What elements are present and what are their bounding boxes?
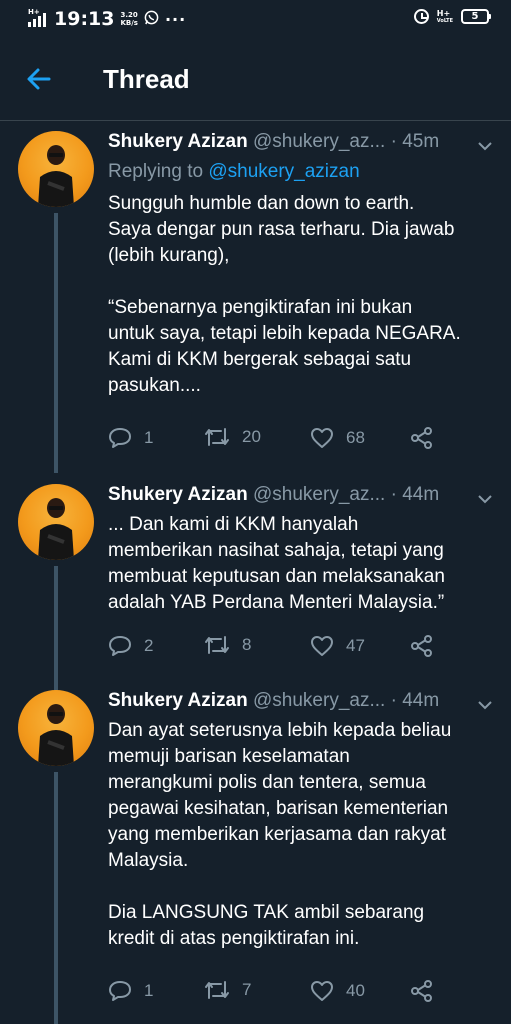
like-button[interactable]: 40 bbox=[310, 980, 365, 1002]
retweet-icon bbox=[205, 636, 229, 654]
share-button[interactable] bbox=[410, 427, 434, 449]
thread-connector bbox=[54, 566, 58, 694]
page-title: Thread bbox=[103, 64, 190, 94]
tweet-header: Shukery Azizan @shukery_az... · 44m bbox=[108, 484, 498, 512]
avatar[interactable] bbox=[18, 690, 94, 766]
battery-icon: 5 bbox=[461, 9, 491, 24]
alarm-icon bbox=[413, 9, 429, 24]
tweet-text: Sungguh humble dan down to earth. Saya d… bbox=[108, 193, 461, 396]
author-handle[interactable]: @shukery_az... bbox=[253, 131, 385, 152]
author-handle[interactable]: @shukery_az... bbox=[253, 690, 385, 711]
tweet-actions: 1 20 68 bbox=[108, 427, 508, 455]
status-bar: H+ 19:13 3.20 KB/s ··· H+ VoLTE 5 bbox=[0, 0, 511, 40]
tweet[interactable]: Shukery Azizan @shukery_az... · 44m Dan … bbox=[0, 690, 511, 1024]
retweet-button[interactable]: 7 bbox=[204, 980, 251, 1000]
retweet-count: 20 bbox=[242, 427, 261, 446]
retweet-icon bbox=[205, 981, 229, 999]
share-icon bbox=[411, 635, 432, 657]
reply-icon bbox=[109, 428, 131, 448]
author-name[interactable]: Shukery Azizan bbox=[108, 690, 248, 711]
reply-button[interactable]: 1 bbox=[108, 980, 153, 1002]
tweet-header: Shukery Azizan @shukery_az... · 45m bbox=[108, 131, 498, 159]
author-handle[interactable]: @shukery_az... bbox=[253, 484, 385, 505]
thread-connector bbox=[54, 213, 58, 473]
heart-icon bbox=[311, 981, 333, 1001]
like-button[interactable]: 47 bbox=[310, 635, 365, 657]
thread-connector bbox=[54, 772, 58, 1024]
network-speed: 3.20 KB/s bbox=[120, 11, 138, 27]
tweet-text: Dan ayat seterusnya lebih kepada beliau … bbox=[108, 720, 452, 949]
signal-icon: H+ bbox=[28, 8, 50, 29]
app-header: Thread bbox=[0, 40, 511, 121]
tweet-actions: 2 8 47 bbox=[108, 635, 508, 663]
more-notifications-icon: ··· bbox=[164, 9, 187, 29]
like-count: 40 bbox=[346, 981, 365, 1000]
signal-2-icon: H+ VoLTE bbox=[436, 8, 453, 24]
chevron-down-icon[interactable] bbox=[478, 137, 492, 151]
tweet-actions: 1 7 40 bbox=[108, 980, 508, 1008]
retweet-count: 7 bbox=[242, 980, 252, 999]
share-icon bbox=[411, 980, 432, 1002]
author-name[interactable]: Shukery Azizan bbox=[108, 484, 248, 505]
status-time: 19:13 bbox=[54, 8, 115, 30]
chevron-down-icon[interactable] bbox=[478, 696, 492, 710]
retweet-count: 8 bbox=[242, 635, 252, 654]
tweet-time: 45m bbox=[402, 131, 440, 152]
tweet-time: 44m bbox=[402, 484, 440, 505]
avatar[interactable] bbox=[18, 484, 94, 560]
heart-icon bbox=[311, 636, 333, 656]
reply-count: 1 bbox=[144, 428, 154, 447]
reply-icon bbox=[109, 636, 131, 656]
reply-count: 1 bbox=[144, 981, 154, 1000]
reply-button[interactable]: 2 bbox=[108, 635, 153, 657]
chevron-down-icon[interactable] bbox=[478, 490, 492, 504]
reply-count: 2 bbox=[144, 636, 154, 655]
retweet-icon bbox=[205, 428, 229, 446]
tweet[interactable]: Shukery Azizan @shukery_az... · 44m ... … bbox=[0, 484, 511, 694]
share-button[interactable] bbox=[410, 980, 434, 1002]
share-icon bbox=[411, 427, 432, 449]
retweet-button[interactable]: 8 bbox=[204, 635, 251, 655]
back-arrow-icon[interactable] bbox=[22, 62, 56, 96]
reply-icon bbox=[109, 981, 131, 1001]
tweet-text: ... Dan kami di KKM hanyalah memberikan … bbox=[108, 514, 445, 613]
reply-button[interactable]: 1 bbox=[108, 427, 153, 449]
retweet-button[interactable]: 20 bbox=[204, 427, 261, 447]
heart-icon bbox=[311, 428, 333, 448]
whatsapp-icon bbox=[144, 10, 159, 29]
author-name[interactable]: Shukery Azizan bbox=[108, 131, 248, 152]
tweet-time: 44m bbox=[402, 690, 440, 711]
share-button[interactable] bbox=[410, 635, 434, 657]
like-button[interactable]: 68 bbox=[310, 427, 365, 449]
like-count: 47 bbox=[346, 636, 365, 655]
like-count: 68 bbox=[346, 428, 365, 447]
tweet-header: Shukery Azizan @shukery_az... · 44m bbox=[108, 690, 498, 718]
reply-mention-link[interactable]: @shukery_azizan bbox=[208, 161, 359, 182]
replying-to: Replying to @shukery_azizan bbox=[108, 161, 360, 182]
avatar[interactable] bbox=[18, 131, 94, 207]
tweet[interactable]: Shukery Azizan @shukery_az... · 45m Repl… bbox=[0, 131, 511, 473]
